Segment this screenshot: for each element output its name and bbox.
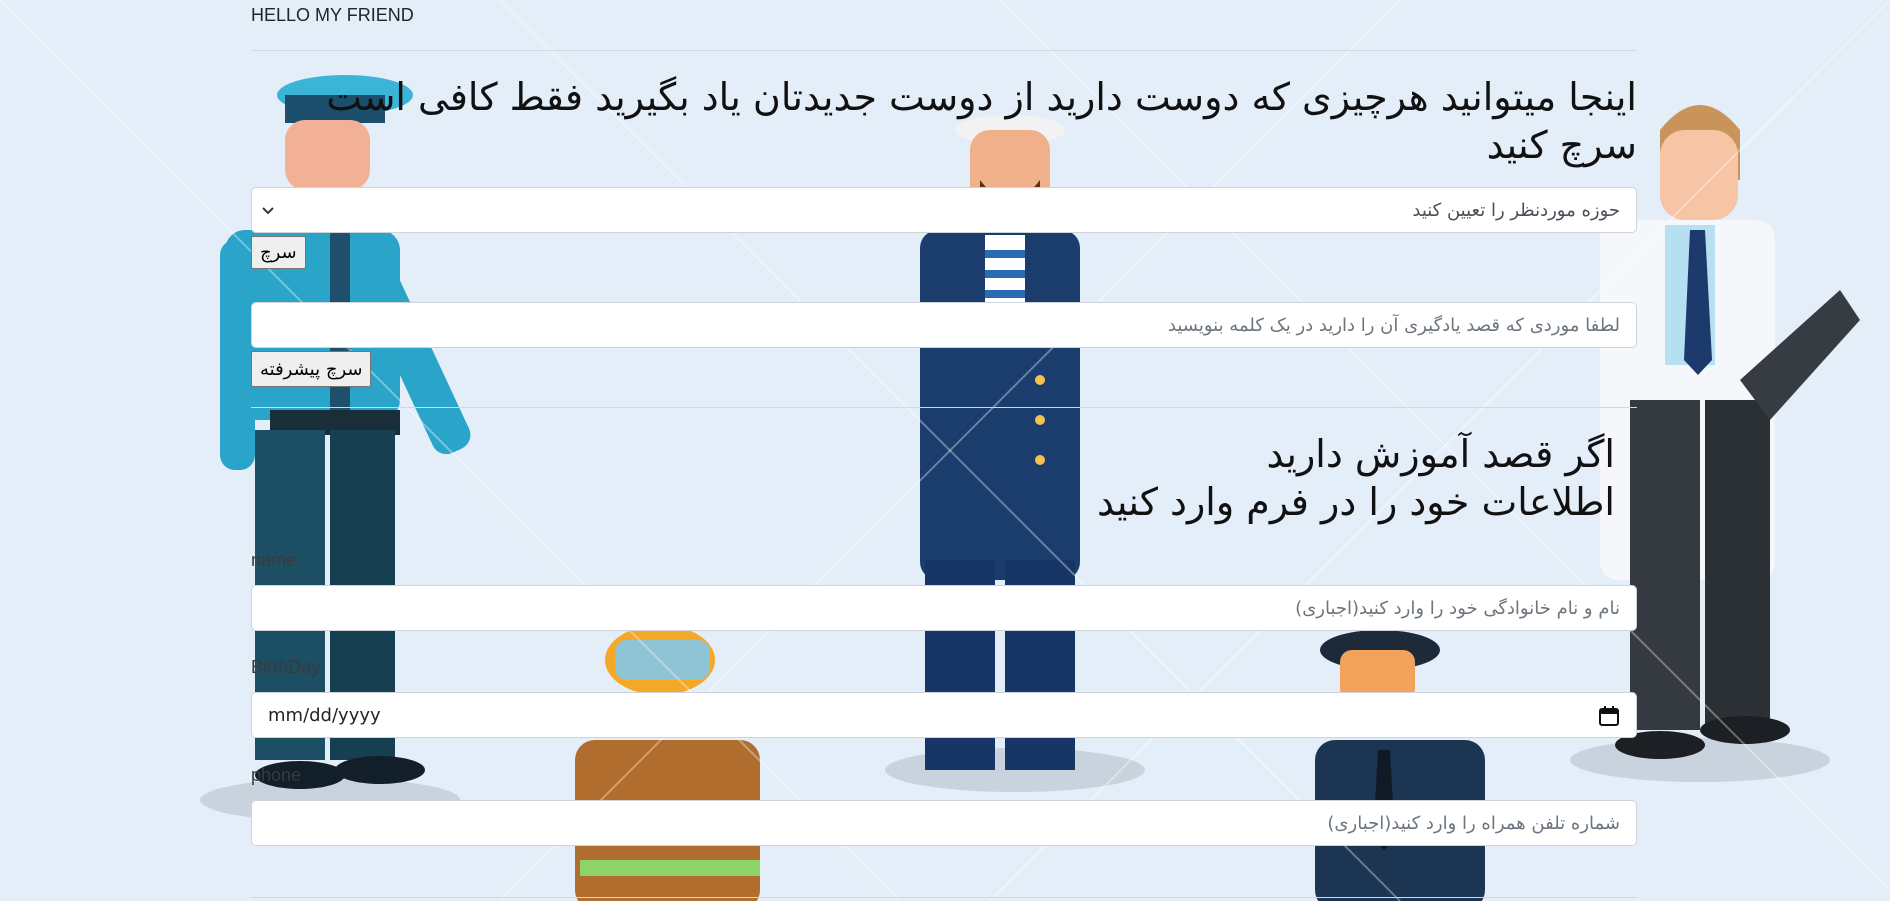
name-input[interactable]: نام و نام خانوادگی خود را وارد کنید(اجبا… xyxy=(251,585,1637,631)
firefighter-figure xyxy=(575,625,760,901)
form-heading: اگر قصد آموزش دارید اطلاعات خود را در فر… xyxy=(229,430,1615,526)
birthday-input-placeholder: mm/dd/yyyy xyxy=(268,704,381,726)
search-button[interactable]: سرچ xyxy=(251,236,306,269)
name-label: name xyxy=(251,550,297,570)
footer-divider xyxy=(251,897,1637,898)
phone-label: phone xyxy=(251,765,302,785)
header-divider xyxy=(251,50,1637,51)
chevron-down-icon xyxy=(262,207,274,215)
search-heading: اینجا میتوانید هرچیزی که دوست دارید از د… xyxy=(326,75,1637,167)
name-input-placeholder: نام و نام خانوادگی خود را وارد کنید(اجبا… xyxy=(1295,597,1620,619)
advanced-search-button[interactable]: سرچ پیشرفته xyxy=(251,351,372,387)
pilot-figure xyxy=(1315,630,1485,901)
category-select-value: حوزه موردنظر را تعیین کنید xyxy=(1412,199,1620,221)
birthday-date-input[interactable]: mm/dd/yyyy xyxy=(251,692,1637,738)
phone-input[interactable]: شماره تلفن همراه را وارد کنید(اجباری) xyxy=(251,800,1637,846)
form-heading-line1: اگر قصد آموزش دارید xyxy=(1266,432,1615,476)
keyword-input[interactable]: لطفا موردی که قصد یادگیری آن را دارید در… xyxy=(251,302,1637,348)
brand-title: HELLO MY FRIEND xyxy=(251,5,414,25)
form-heading-line2: اطلاعات خود را در فرم وارد کنید xyxy=(1096,480,1615,524)
doctor-figure xyxy=(1600,105,1860,759)
category-select[interactable]: حوزه موردنظر را تعیین کنید xyxy=(251,187,1637,233)
phone-input-placeholder: شماره تلفن همراه را وارد کنید(اجباری) xyxy=(1327,812,1620,834)
section-divider xyxy=(251,407,1637,408)
keyword-input-placeholder: لطفا موردی که قصد یادگیری آن را دارید در… xyxy=(1167,314,1620,336)
calendar-icon[interactable] xyxy=(1598,705,1620,727)
birthday-label: BirthDay xyxy=(251,657,321,677)
